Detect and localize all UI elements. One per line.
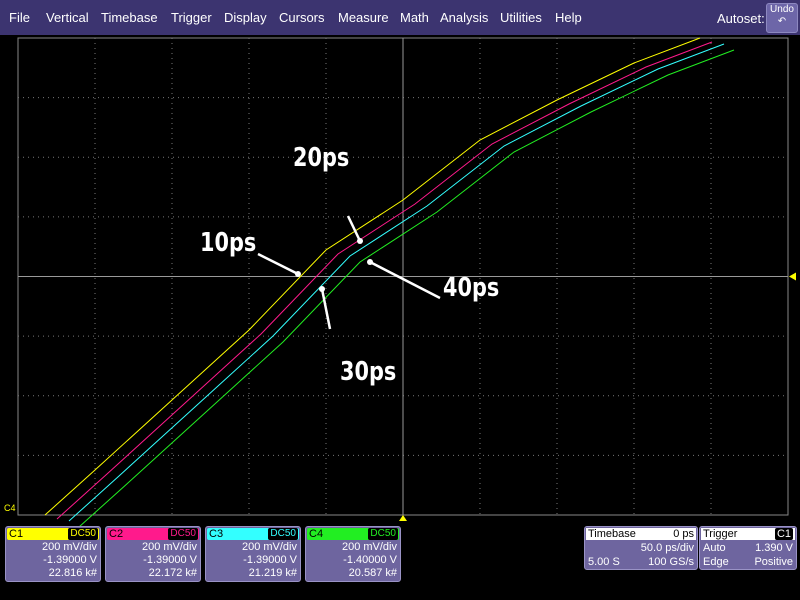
channel-name: C2 [109,528,124,540]
annotation-arrow [369,260,441,300]
timebase-delay: 0 ps [673,528,694,540]
channel-panel-c3[interactable]: C3 DC50 200 mV/div -1.39000 V 21.219 k# [205,526,301,582]
coupling-badge: DC50 [268,528,298,540]
channel-scale: 200 mV/div [241,541,297,553]
menu-bar: File Vertical Timebase Trigger Display Cursor… [0,0,800,35]
channel-offset: -1.39000 V [143,554,197,566]
trace-c4 [79,49,735,526]
trigger-label: Trigger [703,528,738,540]
menu-timebase[interactable]: Timebase [101,10,158,25]
channel-name: C3 [209,528,224,540]
trigger-source: C1 [774,528,793,540]
trigger-level-marker-icon [789,272,796,281]
menu-cursors[interactable]: Cursors [279,10,325,25]
annotation-10ps: 10ps [200,228,257,258]
channel-count: 21.219 k# [248,567,297,579]
trigger-mode: Auto [703,542,726,554]
channel-panel-c4[interactable]: C4 DC50 200 mV/div -1.40000 V 20.587 k# [305,526,401,582]
ground-marker: C4 [4,503,16,513]
trace-c2 [56,41,713,520]
autoset-label: Autoset: [717,11,765,26]
channel-scale: 200 mV/div [141,541,197,553]
menu-help[interactable]: Help [555,10,582,25]
menu-analysis[interactable]: Analysis [440,10,488,25]
undo-button[interactable]: Undo ↶ [766,3,798,33]
timebase-samples: 5.00 S [588,556,620,568]
coupling-badge: DC50 [68,528,98,540]
undo-label: Undo [770,4,794,15]
coupling-badge: DC50 [168,528,198,540]
annotation-30ps: 30ps [340,357,397,387]
menu-file[interactable]: File [9,10,30,25]
channel-count: 20.587 k# [348,567,397,579]
waveform-display[interactable]: C4 [0,36,800,526]
arrow-head-icon [319,286,325,292]
menu-display[interactable]: Display [224,10,267,25]
channel-offset: -1.40000 V [343,554,397,566]
trigger-position-marker-icon [399,515,407,521]
annotation-20ps: 20ps [293,143,350,173]
channel-count: 22.816 k# [48,567,97,579]
coupling-badge: DC50 [368,528,398,540]
channel-panel-c2[interactable]: C2 DC50 200 mV/div -1.39000 V 22.172 k# [105,526,201,582]
arrow-head-icon [357,238,363,244]
channel-scale: 200 mV/div [341,541,397,553]
timebase-scale: 50.0 ps/div [640,542,694,554]
channel-offset: -1.39000 V [43,554,97,566]
undo-icon: ↶ [777,16,787,27]
trace-c3 [68,43,725,522]
channel-name: C1 [9,528,24,540]
menu-math[interactable]: Math [400,10,429,25]
timebase-label: Timebase [588,528,636,540]
trigger-type: Edge [703,556,729,568]
channel-offset: -1.39000 V [243,554,297,566]
channel-panel-c1[interactable]: C1 DC50 200 mV/div -1.39000 V 22.816 k# [5,526,101,582]
channel-count: 22.172 k# [148,567,197,579]
channel-scale: 200 mV/div [41,541,97,553]
menu-vertical[interactable]: Vertical [46,10,89,25]
timebase-panel[interactable]: Timebase 0 ps 50.0 ps/div 5.00 S 100 GS/s [584,526,698,570]
menu-measure[interactable]: Measure [338,10,389,25]
trigger-slope: Positive [754,556,793,568]
timebase-rate: 100 GS/s [648,556,694,568]
trigger-panel[interactable]: Trigger C1 Auto 1.390 V Edge Positive [699,526,797,570]
trigger-level: 1.390 V [755,542,793,554]
channel-name: C4 [309,528,324,540]
annotation-40ps: 40ps [443,273,500,303]
menu-trigger[interactable]: Trigger [171,10,212,25]
arrow-head-icon [295,271,301,277]
menu-utilities[interactable]: Utilities [500,10,542,25]
arrow-head-icon [367,259,373,265]
annotation-arrow [257,252,299,276]
